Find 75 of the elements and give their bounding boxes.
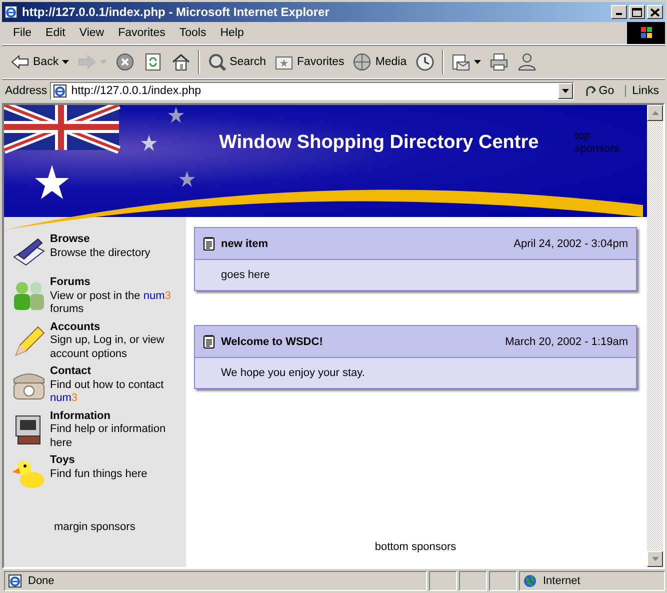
menu-item[interactable]: Edit [38,27,72,39]
sponsors-text: bottom sponsors [374,541,458,553]
nav-description: Sign up, Log in, or view account options [50,334,166,361]
zone-text: Internet [543,575,580,587]
address-label: Address [5,85,48,97]
site-link[interactable]: num3 [50,392,78,404]
address-field[interactable]: http://127.0.0.1/index.php [50,82,574,100]
close-icon [650,8,660,16]
scroll-down-icon [652,557,658,561]
browser-logo-icon [4,5,18,19]
person-icon [516,52,537,72]
nav-link[interactable]: Forums [50,276,90,290]
forward-arrow-icon [76,52,97,72]
sponsors-text: margin sponsors [53,521,136,533]
news-body: We hope you enjoy your stay. [195,358,636,388]
media-button[interactable]: Media [348,50,411,74]
status-pane [459,571,487,591]
dropdown-caret-icon [474,60,481,64]
nav-description: View or post in the num3 forums [50,290,172,316]
sponsors-text: top sponsors [574,130,620,156]
clock-icon [414,52,435,72]
page-icon [8,574,22,588]
nav-link[interactable]: Browse [50,233,90,246]
minimize-icon [616,13,622,15]
menu-item[interactable]: View [72,27,112,39]
site-title: Window Shopping Directory Centre [219,132,539,154]
news-title: new item [221,238,270,250]
notepad-icon [203,236,215,251]
menu-item[interactable]: File [6,27,39,39]
mail-icon [450,52,471,72]
menu-item[interactable]: Help [213,27,251,39]
scroll-up-icon [652,111,658,115]
window-title: http://127.0.0.1/index.php - Microsoft Internet Explorer [22,5,330,19]
stop-icon [114,52,135,72]
status-pane [489,571,517,591]
back-arrow-icon [10,52,30,72]
nav-link[interactable]: Contact [50,365,91,378]
go-arrow-icon [584,85,597,97]
links-button[interactable]: Links [625,85,662,97]
maximize-button[interactable] [629,5,645,19]
site-link[interactable]: num3 [143,290,171,302]
scrollbar[interactable] [647,105,663,567]
notepad-icon [203,334,215,349]
news-date: March 20, 2002 - 1:19am [505,336,628,348]
favorites-button[interactable]: Favorites [270,50,348,74]
refresh-icon [142,52,163,72]
menu-item[interactable]: Tools [172,27,214,39]
close-button[interactable] [647,5,663,19]
nav-description: Find help or information here [50,423,167,450]
nav-description: Find out how to contact num3 [50,378,165,406]
nav-description: Browse the directory [50,246,152,260]
nav-link[interactable]: Accounts [50,320,100,334]
status-text: Done [28,575,54,587]
printer-icon [488,52,509,72]
nav-description: Find fun things here [50,468,148,481]
dropdown-caret-icon [62,60,69,64]
menu-item[interactable]: Favorites [111,27,172,39]
search-icon [206,52,227,72]
globe-icon [352,52,372,72]
search-button[interactable]: Search [202,50,270,74]
dropdown-caret-icon [562,89,569,93]
status-pane [429,571,457,591]
windows-logo-icon [627,22,665,44]
globe-icon [523,574,537,588]
news-title: Welcome to WSDC! [221,336,324,348]
page-icon [53,84,68,98]
nav-link[interactable]: Toys [50,454,75,468]
maximize-icon [632,8,642,16]
news-body: goes here [195,260,636,290]
go-button[interactable]: Go [576,85,622,97]
nav-link[interactable]: Information [50,410,110,423]
back-button[interactable]: Back [6,50,73,74]
news-date: April 24, 2002 - 3:04pm [514,238,628,250]
minimize-button[interactable] [611,5,627,19]
home-icon [170,52,191,72]
